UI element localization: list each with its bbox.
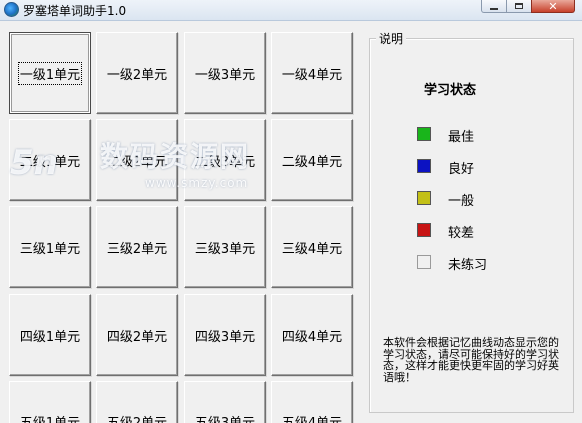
legend-label-unpracticed: 未练习 [448, 258, 488, 273]
unit-button-5-4[interactable]: 五级4单元 [271, 381, 353, 423]
unit-button-2-2[interactable]: 二级2单元 [96, 119, 178, 201]
legend-label-poor: 较差 [448, 226, 475, 241]
title-bar: 罗塞塔单词助手1.0 ✕ [0, 0, 582, 21]
unit-button-5-2[interactable]: 五级2单元 [96, 381, 178, 423]
legend-swatch-average [417, 191, 431, 205]
legend-swatch-good [417, 159, 431, 173]
maximize-button[interactable] [506, 0, 532, 13]
minimize-button[interactable] [481, 0, 507, 13]
globe-icon [4, 2, 19, 17]
close-icon: ✕ [548, 0, 558, 13]
legend-swatch-poor [417, 223, 431, 237]
unit-button-3-1[interactable]: 三级1单元 [9, 206, 91, 288]
unit-button-2-1[interactable]: 二级1单元 [9, 119, 91, 201]
unit-button-4-1[interactable]: 四级1单元 [9, 294, 91, 376]
window-title: 罗塞塔单词助手1.0 [23, 4, 127, 18]
unit-button-4-4[interactable]: 四级4单元 [271, 294, 353, 376]
unit-button-4-3[interactable]: 四级3单元 [184, 294, 266, 376]
close-button[interactable]: ✕ [531, 0, 575, 13]
unit-button-1-1[interactable]: 一级1单元 [9, 32, 91, 114]
legend-label-average: 一般 [448, 194, 475, 209]
unit-button-3-4[interactable]: 三级4单元 [271, 206, 353, 288]
unit-button-5-1[interactable]: 五级1单元 [9, 381, 91, 423]
unit-button-1-4[interactable]: 一级4单元 [271, 32, 353, 114]
unit-button-5-3[interactable]: 五级3单元 [184, 381, 266, 423]
maximize-icon [515, 3, 523, 9]
legend-label-good: 良好 [448, 162, 475, 177]
unit-button-2-3[interactable]: 二级3单元 [184, 119, 266, 201]
unit-button-2-4[interactable]: 二级4单元 [271, 119, 353, 201]
unit-button-4-2[interactable]: 四级2单元 [96, 294, 178, 376]
unit-button-1-3[interactable]: 一级3单元 [184, 32, 266, 114]
unit-button-3-2[interactable]: 三级2单元 [96, 206, 178, 288]
status-heading: 学习状态 [424, 83, 477, 98]
unit-button-1-2[interactable]: 一级2单元 [96, 32, 178, 114]
legend-label-best: 最佳 [448, 130, 475, 145]
legend-swatch-unpracticed [417, 255, 431, 269]
minimize-icon [490, 7, 498, 10]
description-note: 本软件会根据记忆曲线动态显示您的学习状态，请尽可能保持好的学习状态，这样才能更快… [383, 336, 559, 384]
app-window: 罗塞塔单词助手1.0 ✕ 一级1单元 一级2单元 一级3单元 一级4单元 二级1… [0, 0, 582, 423]
unit-button-3-3[interactable]: 三级3单元 [184, 206, 266, 288]
info-group-title: 说明 [376, 30, 407, 47]
legend-swatch-best [417, 127, 431, 141]
